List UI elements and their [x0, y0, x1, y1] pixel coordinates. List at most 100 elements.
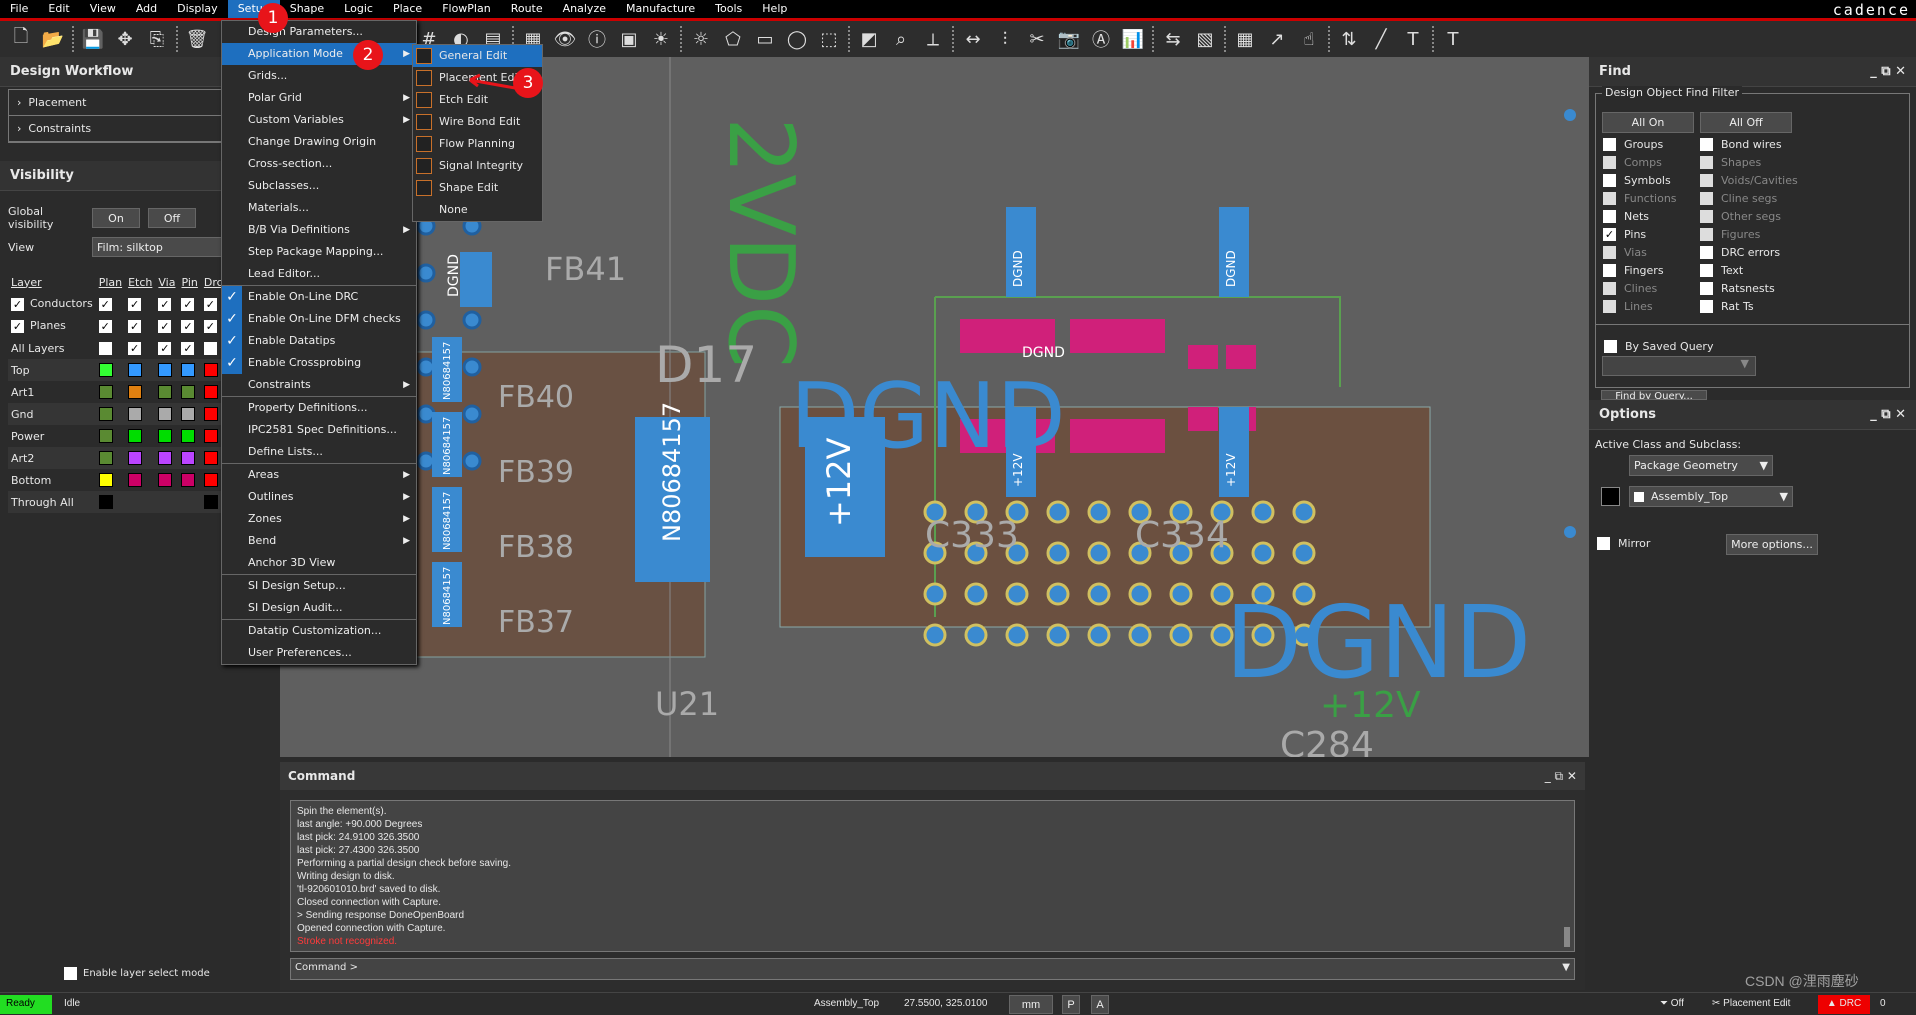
- layer-color-swatch[interactable]: [128, 385, 143, 399]
- layer-color-swatch[interactable]: [158, 429, 173, 443]
- add-circle-icon[interactable]: ◯: [784, 26, 810, 52]
- menu-item-user-preferences[interactable]: User Preferences...: [222, 642, 416, 664]
- application-mode-status[interactable]: Placement Edit: [1723, 998, 1790, 1009]
- menu-flowplan[interactable]: FlowPlan: [432, 0, 501, 18]
- menu-item-constraints[interactable]: Constraints ▶: [222, 374, 416, 396]
- menu-item-define-lists[interactable]: Define Lists...: [222, 441, 416, 463]
- slide-icon[interactable]: ↔: [960, 26, 986, 52]
- touch-icon[interactable]: ↗: [1264, 26, 1290, 52]
- save-icon[interactable]: 💾: [80, 26, 106, 52]
- menu-item-enable-on-line-drc[interactable]: ✓ Enable On-Line DRC: [222, 286, 416, 308]
- a-button[interactable]: A: [1091, 995, 1109, 1014]
- group-checkbox[interactable]: ✓: [11, 297, 24, 311]
- layer-color-swatch[interactable]: [128, 407, 143, 421]
- highlight-icon[interactable]: ☀: [648, 26, 674, 52]
- submenu-item-flow-planning[interactable]: Flow Planning: [413, 133, 542, 155]
- snapshot-icon[interactable]: 📷: [1056, 26, 1082, 52]
- layer-color-swatch[interactable]: [128, 429, 143, 443]
- p-button[interactable]: P: [1062, 995, 1080, 1014]
- layer-color-swatch[interactable]: [181, 363, 196, 377]
- visibility-checkbox[interactable]: ✓: [203, 319, 217, 333]
- filter-checkbox[interactable]: [1700, 138, 1713, 151]
- submenu-item-general-edit[interactable]: General Edit: [413, 45, 542, 67]
- menu-item-change-drawing-origin[interactable]: Change Drawing Origin: [222, 131, 416, 153]
- report-icon[interactable]: 📊: [1120, 26, 1146, 52]
- find-filter-rat-ts[interactable]: Rat Ts: [1700, 299, 1810, 314]
- menu-display[interactable]: Display: [167, 0, 228, 18]
- add-line-icon[interactable]: ⇅: [1336, 26, 1362, 52]
- menu-logic[interactable]: Logic: [334, 0, 383, 18]
- 3d-view-icon[interactable]: ▣: [616, 26, 642, 52]
- delete-icon[interactable]: 🗑: [184, 26, 210, 52]
- view-icon[interactable]: 👁: [552, 26, 578, 52]
- visibility-checkbox[interactable]: ✓: [158, 319, 172, 333]
- layer-color-swatch[interactable]: [98, 495, 113, 509]
- filter-checkbox[interactable]: [1700, 282, 1713, 295]
- menu-item-design-parameters[interactable]: Design Parameters...: [222, 21, 416, 43]
- new-file-icon[interactable]: 🗋: [8, 26, 34, 52]
- layer-color-swatch[interactable]: [203, 385, 218, 399]
- menu-item-grids[interactable]: Grids...: [222, 65, 416, 87]
- menu-item-lead-editor[interactable]: Lead Editor...: [222, 263, 416, 285]
- layer-color-swatch[interactable]: [181, 407, 196, 421]
- find-filter-pins[interactable]: ✓ Pins: [1603, 227, 1700, 242]
- find-filter-symbols[interactable]: Symbols: [1603, 173, 1700, 188]
- menu-item-polar-grid[interactable]: Polar Grid ▶: [222, 87, 416, 109]
- find-filter-vias[interactable]: Vias: [1603, 245, 1700, 260]
- units-button[interactable]: mm: [1009, 995, 1053, 1014]
- command-log-scrollbar[interactable]: [1564, 927, 1570, 947]
- void-icon[interactable]: ◩: [856, 26, 882, 52]
- menu-item-subclasses[interactable]: Subclasses...: [222, 175, 416, 197]
- filter-checkbox[interactable]: [1603, 210, 1616, 223]
- menu-item-enable-on-line-dfm-checks[interactable]: ✓ Enable On-Line DFM checks: [222, 308, 416, 330]
- find-filter-comps[interactable]: Comps: [1603, 155, 1700, 170]
- menu-view[interactable]: View: [80, 0, 126, 18]
- layer-color-swatch[interactable]: [203, 473, 218, 487]
- menu-item-application-mode[interactable]: Application Mode ▶: [222, 43, 416, 65]
- add-rect-icon[interactable]: ▭: [752, 26, 778, 52]
- layer-color-swatch[interactable]: [203, 407, 218, 421]
- menu-help[interactable]: Help: [752, 0, 797, 18]
- visibility-off-button[interactable]: Off: [148, 208, 196, 228]
- copy-icon[interactable]: ⎘: [144, 26, 170, 52]
- share-icon[interactable]: T: [1440, 26, 1466, 52]
- menu-item-materials[interactable]: Materials...: [222, 197, 416, 219]
- filter-checkbox[interactable]: [1700, 174, 1713, 187]
- saved-query-checkbox[interactable]: [1604, 340, 1617, 353]
- all-layers-checkbox[interactable]: ✓: [128, 341, 142, 355]
- layer-color-swatch[interactable]: [181, 385, 196, 399]
- menu-item-ipc2581-spec-definitions[interactable]: IPC2581 Spec Definitions...: [222, 419, 416, 441]
- filter-checkbox[interactable]: [1603, 264, 1616, 277]
- menu-item-zones[interactable]: Zones ▶: [222, 508, 416, 530]
- panel-controls-icon[interactable]: _ ⧉ ✕: [1870, 407, 1906, 422]
- visibility-checkbox[interactable]: ✓: [128, 297, 142, 311]
- via-icon[interactable]: ✂: [1024, 26, 1050, 52]
- find-filter-fingers[interactable]: Fingers: [1603, 263, 1700, 278]
- menu-item-si-design-setup[interactable]: SI Design Setup...: [222, 575, 416, 597]
- layer-color-swatch[interactable]: [203, 495, 218, 509]
- find-filter-drc-errors[interactable]: DRC errors: [1700, 245, 1810, 260]
- more-options-button[interactable]: More options...: [1726, 534, 1818, 555]
- filter-checkbox[interactable]: [1603, 282, 1616, 295]
- find-filter-cline-segs[interactable]: Cline segs: [1700, 191, 1810, 206]
- submenu-item-shape-edit[interactable]: Shape Edit: [413, 177, 542, 199]
- saved-query-select[interactable]: ▼: [1602, 356, 1756, 376]
- all-layers-checkbox[interactable]: [98, 341, 112, 355]
- visibility-checkbox[interactable]: ✓: [158, 297, 172, 311]
- layer-color-swatch[interactable]: [128, 363, 143, 377]
- visibility-checkbox[interactable]: ✓: [98, 319, 112, 333]
- find-filter-figures[interactable]: Figures: [1700, 227, 1810, 242]
- layer-color-swatch[interactable]: [158, 407, 173, 421]
- rename-icon[interactable]: Ⓐ: [1088, 26, 1114, 52]
- menu-item-enable-datatips[interactable]: ✓ Enable Datatips: [222, 330, 416, 352]
- all-layers-checkbox[interactable]: [203, 341, 217, 355]
- find-filter-lines[interactable]: Lines: [1603, 299, 1700, 314]
- submenu-item-signal-integrity[interactable]: Signal Integrity: [413, 155, 542, 177]
- etch-icon[interactable]: ⌕: [888, 26, 914, 52]
- group-checkbox[interactable]: ✓: [11, 319, 24, 333]
- panel-controls-icon[interactable]: _ ⧉ ✕: [1870, 64, 1906, 79]
- layer-color-swatch[interactable]: [98, 363, 113, 377]
- menu-analyze[interactable]: Analyze: [553, 0, 616, 18]
- find-filter-bond-wires[interactable]: Bond wires: [1700, 137, 1810, 152]
- find-filter-functions[interactable]: Functions: [1603, 191, 1700, 206]
